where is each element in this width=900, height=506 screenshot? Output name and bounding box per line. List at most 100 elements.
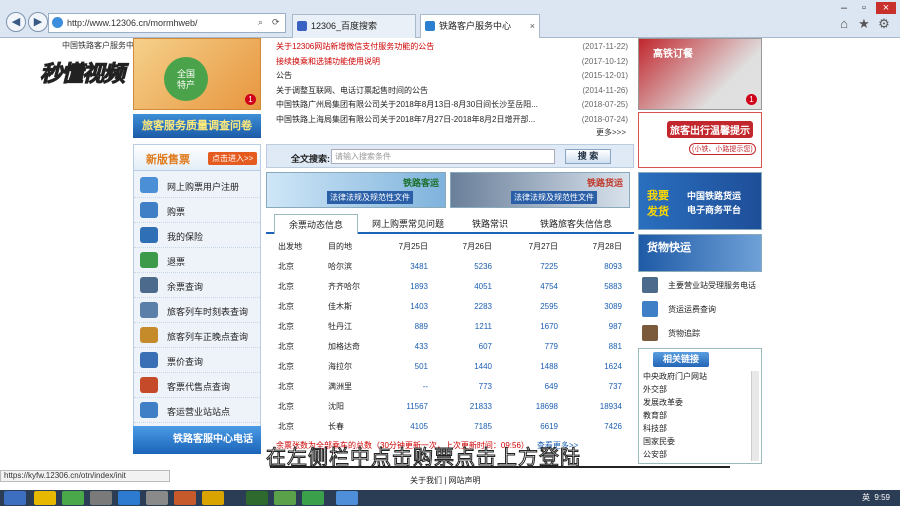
passenger-law-banner[interactable]: 铁路客运 法律法规及规范性文件 [266, 172, 446, 208]
table-row[interactable]: 北京 佳木斯 1403 2283 2595 3089 [266, 298, 634, 316]
tab-railway-knowledge[interactable]: 铁路常识 [458, 214, 522, 234]
search-button[interactable]: 搜 索 [565, 149, 611, 164]
media-player-icon[interactable] [118, 491, 140, 505]
content-tabs: 余票动态信息 网上购票常见问题 铁路常识 铁路旅客失信信息 [266, 212, 634, 234]
news-more-link[interactable]: 更多>>> [596, 127, 626, 138]
search-input[interactable]: 请输入搜索条件 [331, 149, 555, 164]
status-bar-url: https://kyfw.12306.cn/otn/index/init [0, 470, 170, 482]
tab-baidu[interactable]: 12306_百度搜索 [292, 14, 416, 38]
favorites-star-icon[interactable]: ★ [856, 16, 872, 32]
freight-law-banner[interactable]: 铁路货运 法律法规及规范性文件 [450, 172, 630, 208]
settings-gear-icon[interactable]: ⚙ [876, 16, 892, 32]
related-link[interactable]: 科技部 [643, 423, 667, 434]
table-cell: 北京 [278, 302, 294, 311]
sidebar-item-2[interactable]: 我的保险 [134, 223, 260, 248]
close-window-icon[interactable]: × [876, 2, 896, 14]
table-cell: 佳木斯 [328, 302, 352, 311]
wechat-icon[interactable] [302, 491, 324, 505]
news-item[interactable]: 公告 (2015-12-01) [276, 69, 630, 82]
home-icon[interactable]: ⌂ [836, 16, 852, 32]
app-icon-3[interactable] [174, 491, 196, 505]
cargo-train-icon [642, 325, 658, 341]
table-cell: 1403 [410, 302, 428, 311]
sidebar-item-7[interactable]: 票价查询 [134, 348, 260, 373]
table-cell: 5236 [474, 262, 492, 271]
sidebar-item-6[interactable]: 旅客列车正晚点查询 [134, 323, 260, 348]
news-item[interactable]: 关于12306网站新增微信支付服务功能的公告 (2017-11-22) [276, 40, 630, 53]
express-banner[interactable]: 货物快运 [638, 234, 762, 272]
search-icon[interactable]: ⌕ [258, 17, 263, 28]
sidebar-item-4[interactable]: 余票查询 [134, 273, 260, 298]
table-row[interactable]: 北京 满洲里 -- 773 649 737 [266, 378, 634, 396]
chrome-icon[interactable] [62, 491, 84, 505]
news-item[interactable]: 中国铁路上海局集团有限公司关于2018年7月27日-2018年8月2日增开部..… [276, 113, 630, 126]
app-icon-2[interactable] [146, 491, 168, 505]
train-meal-banner[interactable]: 高铁订餐 1 [638, 38, 762, 110]
tab-12306[interactable]: 铁路客户服务中心 × [420, 14, 540, 38]
related-link[interactable]: 外交部 [643, 384, 667, 395]
table-row[interactable]: 北京 齐齐哈尔 1893 4051 4754 5883 [266, 278, 634, 296]
sidebar-item-0[interactable]: 网上购票用户注册 [134, 173, 260, 198]
forward-button[interactable]: ▶ [28, 12, 48, 32]
clock[interactable]: 9:59 [874, 493, 890, 502]
sidebar-item-8[interactable]: 客票代售点查询 [134, 373, 260, 398]
folder-icon[interactable] [34, 491, 56, 505]
column-header: 7月28日 [592, 242, 622, 251]
minimize-icon[interactable]: – [836, 2, 852, 14]
table-cell: 881 [608, 342, 622, 351]
station-phone-item[interactable]: 主要营业站受理服务电话 [638, 274, 762, 296]
travel-tips-banner[interactable]: 旅客出行温馨提示 (小铁、小路提示您) [638, 112, 762, 168]
table-cell: 北京 [278, 262, 294, 271]
app-icon-5[interactable] [274, 491, 296, 505]
sidebar-item-3[interactable]: 退票 [134, 248, 260, 273]
column-header: 出发地 [278, 242, 302, 251]
table-cell: 北京 [278, 362, 294, 371]
enter-button[interactable]: 点击进入>> [208, 152, 258, 165]
back-button[interactable]: ◀ [6, 12, 26, 32]
news-item[interactable]: 中国铁路广州局集团有限公司关于2018年8月13日-8月30日间长沙至岳阳...… [276, 98, 630, 111]
cargo-tracking-item[interactable]: 货物追踪 [638, 322, 762, 344]
page-footer[interactable]: 关于我们 | 网站声明 [410, 475, 481, 486]
clock-icon [140, 327, 158, 343]
related-link[interactable]: 发展改革委 [643, 397, 683, 408]
freight-fee-item[interactable]: 货运运费查询 [638, 298, 762, 320]
sidebar-item-5[interactable]: 旅客列车时刻表查询 [134, 298, 260, 323]
table-row[interactable]: 北京 长春 4105 7185 6619 7426 [266, 418, 634, 436]
table-row[interactable]: 北京 牡丹江 889 1211 1670 987 [266, 318, 634, 336]
hotline-banner[interactable]: 铁路客服中心电话 [133, 426, 261, 454]
table-cell: 1488 [540, 362, 558, 371]
app-icon-4[interactable] [246, 491, 268, 505]
sidebar-header: 新版售票 点击进入>> [134, 145, 260, 171]
table-row[interactable]: 北京 沈阳 11567 21833 18698 18934 [266, 398, 634, 416]
related-link[interactable]: 中央政府门户网站 [643, 371, 707, 382]
ime-indicator[interactable]: 英 [862, 493, 870, 502]
explorer-icon[interactable] [202, 491, 224, 505]
price-icon [140, 352, 158, 368]
ie-taskbar-icon[interactable] [336, 491, 358, 505]
address-bar[interactable]: http://www.12306.cn/mormhweb/ [48, 13, 286, 33]
table-row[interactable]: 北京 加格达奇 433 607 779 881 [266, 338, 634, 356]
specialty-banner[interactable]: 全国 特产 1 [133, 38, 261, 110]
related-link[interactable]: 国家民委 [643, 436, 675, 447]
tab-ticket-info[interactable]: 余票动态信息 [274, 214, 358, 234]
start-button-icon[interactable] [4, 491, 26, 505]
news-item[interactable]: 接续换乘和选铺功能使用说明 (2017-10-12) [276, 55, 630, 68]
sidebar-item-9[interactable]: 客运营业站站点 [134, 398, 260, 423]
refresh-icon[interactable]: ⟳ [272, 17, 280, 28]
related-link[interactable]: 公安部 [643, 449, 667, 460]
table-cell: 607 [478, 342, 492, 351]
freight-ecommerce-banner[interactable]: 我要 发货 中国铁路货运 电子商务平台 [638, 172, 762, 230]
table-row[interactable]: 北京 哈尔滨 3481 5236 7225 8093 [266, 258, 634, 276]
table-cell: 779 [544, 342, 558, 351]
links-scrollbar[interactable] [751, 371, 759, 461]
maximize-icon[interactable]: ▫ [856, 2, 872, 14]
survey-banner[interactable]: 旅客服务质量调查问卷 [133, 114, 261, 138]
table-row[interactable]: 北京 海拉尔 501 1440 1488 1624 [266, 358, 634, 376]
sidebar-item-1[interactable]: 购票 [134, 198, 260, 223]
news-item[interactable]: 关于调整互联网、电话订票起售时间的公告 (2014-11-26) [276, 84, 630, 97]
tab-dishonest-info[interactable]: 铁路旅客失信信息 [526, 214, 626, 234]
close-tab-icon[interactable]: × [530, 15, 535, 37]
tab-faq[interactable]: 网上购票常见问题 [362, 214, 454, 234]
related-link[interactable]: 教育部 [643, 410, 667, 421]
app-icon[interactable] [90, 491, 112, 505]
